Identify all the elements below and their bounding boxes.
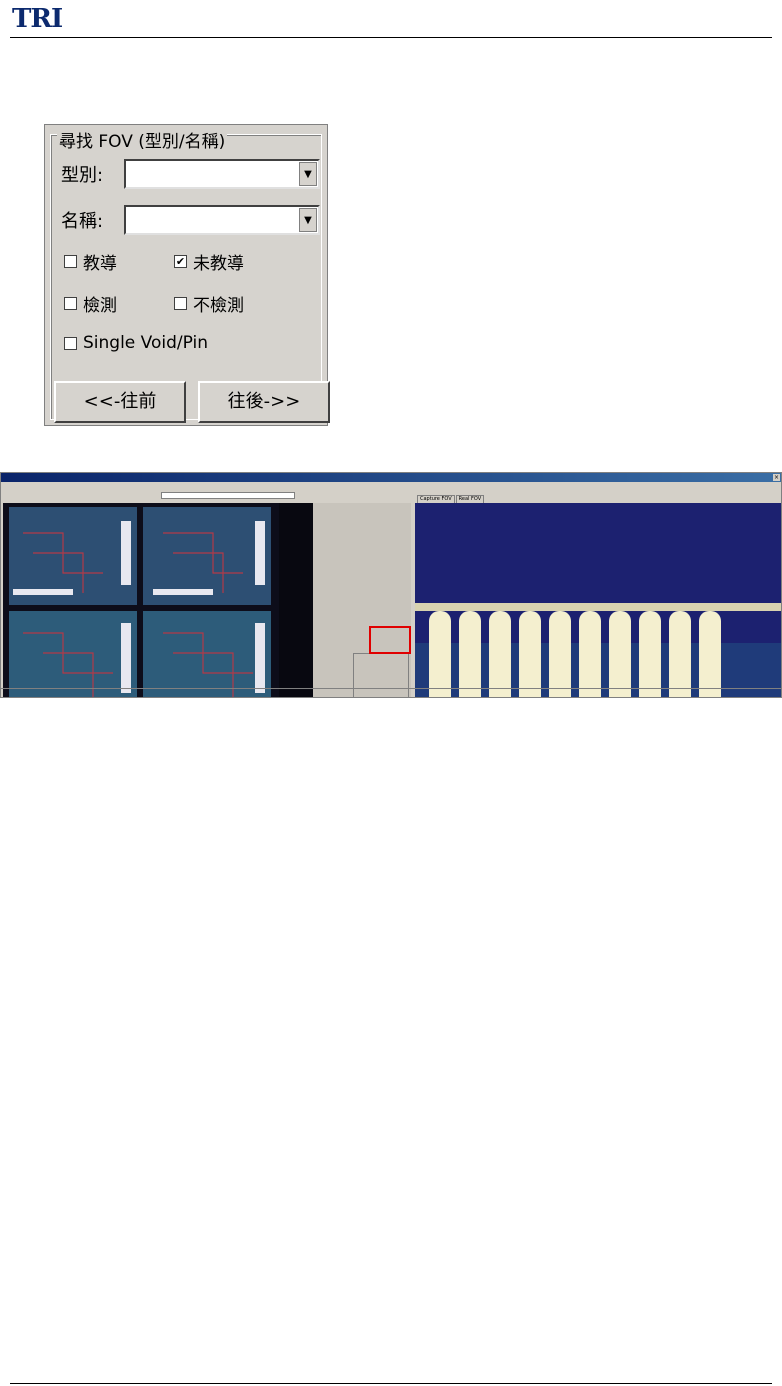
no-inspect-label: 不檢測 — [193, 296, 244, 316]
footer-rule — [10, 1383, 772, 1384]
company-logo: TRI — [12, 4, 63, 34]
find-fov-title: 尋找 FOV (型別/名稱) — [57, 132, 228, 152]
type-combo[interactable]: ▼ — [124, 159, 320, 189]
find-fov-group: 尋找 FOV (型別/名稱) 型別: ▼ 名稱: ▼ 教導 ✔ 未教導 檢測 不… — [50, 132, 330, 423]
confirm-highlight — [369, 626, 411, 654]
board-overview-image[interactable] — [3, 503, 315, 697]
toolbar-combo[interactable] — [161, 492, 295, 499]
capture-fov-graphic — [415, 503, 781, 697]
untaught-label: 未教導 — [193, 254, 244, 274]
close-icon[interactable]: × — [773, 474, 780, 481]
toolbar — [1, 490, 411, 500]
checkbox-checked-icon[interactable]: ✔ — [174, 255, 187, 268]
app-window-screenshot: × Capture FOV Real FOV — [0, 472, 782, 698]
name-label: 名稱: — [61, 211, 104, 232]
type-label: 型別: — [61, 165, 104, 186]
checkbox-icon[interactable] — [64, 297, 77, 310]
untaught-checkbox[interactable]: ✔ 未教導 — [174, 249, 244, 274]
chevron-down-icon[interactable]: ▼ — [299, 208, 317, 232]
header-rule — [10, 37, 772, 38]
inspect-label: 檢測 — [83, 296, 117, 316]
find-fov-panel: 尋找 FOV (型別/名稱) 型別: ▼ 名稱: ▼ 教導 ✔ 未教導 檢測 不… — [44, 124, 330, 426]
taught-label: 教導 — [83, 254, 117, 274]
prev-button[interactable]: <<-往前 — [54, 381, 186, 423]
status-bar — [1, 688, 781, 697]
inspect-checkbox[interactable]: 檢測 — [64, 291, 117, 316]
single-void-checkbox[interactable]: Single Void/Pin — [64, 333, 208, 353]
next-button[interactable]: 往後->> — [198, 381, 330, 423]
taught-checkbox[interactable]: 教導 — [64, 249, 117, 274]
menu-bar — [1, 482, 781, 490]
capture-fov-image[interactable] — [415, 503, 781, 697]
no-inspect-checkbox[interactable]: 不檢測 — [174, 291, 244, 316]
checkbox-icon[interactable] — [174, 297, 187, 310]
checkbox-icon[interactable] — [64, 336, 77, 350]
single-void-label: Single Void/Pin — [83, 333, 208, 353]
checkbox-icon[interactable] — [64, 255, 77, 268]
name-combo[interactable]: ▼ — [124, 205, 320, 235]
board-side-area — [313, 503, 411, 697]
window-titlebar: × — [1, 473, 781, 482]
chevron-down-icon[interactable]: ▼ — [299, 162, 317, 186]
board-overview-graphic — [3, 503, 315, 697]
